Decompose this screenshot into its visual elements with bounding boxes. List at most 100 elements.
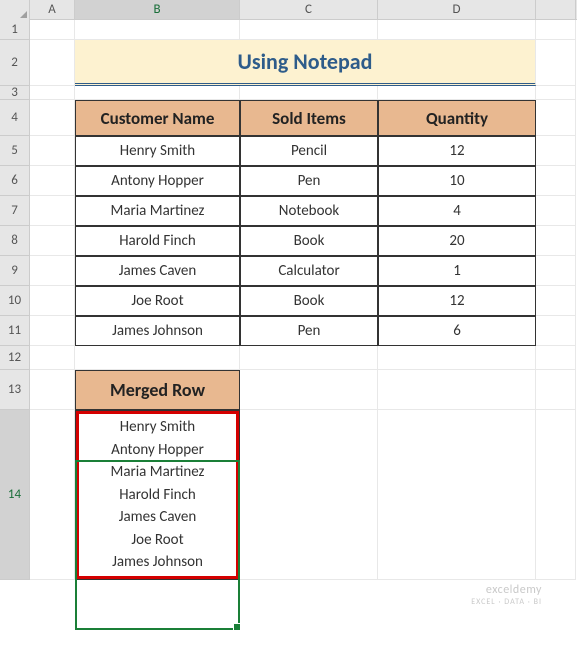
column-headers: A B C D [0, 0, 577, 20]
cell-C12[interactable] [240, 346, 378, 370]
table-cell[interactable]: 12 [378, 136, 536, 166]
cell-A11[interactable] [30, 316, 75, 346]
cell-A9[interactable] [30, 256, 75, 286]
cell-E2[interactable] [536, 40, 576, 86]
cell-D14[interactable] [378, 410, 536, 580]
cell-A1[interactable] [30, 20, 75, 40]
header-qty[interactable]: Quantity [378, 100, 536, 136]
table-cell[interactable]: Antony Hopper [75, 166, 240, 196]
cell-E3[interactable] [536, 86, 576, 100]
header-sold[interactable]: Sold Items [240, 100, 378, 136]
table-cell[interactable]: Notebook [240, 196, 378, 226]
table-cell[interactable]: 4 [378, 196, 536, 226]
cell-E1[interactable] [536, 20, 576, 40]
table-cell[interactable]: Book [240, 286, 378, 316]
cell-C14[interactable] [240, 410, 378, 580]
cell-B3[interactable] [75, 86, 240, 100]
cell-A14[interactable] [30, 410, 75, 580]
watermark: exceldemy EXCEL · DATA · BI [471, 583, 542, 607]
table-cell[interactable]: James Johnson [75, 316, 240, 346]
row-header-4[interactable]: 4 [0, 100, 30, 136]
cell-E11[interactable] [536, 316, 576, 346]
col-header-extra[interactable] [536, 0, 576, 19]
row-header-3[interactable]: 3 [0, 86, 30, 100]
cell-D13[interactable] [378, 370, 536, 410]
cell-E7[interactable] [536, 196, 576, 226]
cell-B1[interactable] [75, 20, 240, 40]
watermark-tag: EXCEL · DATA · BI [471, 597, 542, 607]
row-header-5[interactable]: 5 [0, 136, 30, 166]
row-header-12[interactable]: 12 [0, 346, 30, 370]
cell-A2[interactable] [30, 40, 75, 86]
cell-E4[interactable] [536, 100, 576, 136]
row-header-13[interactable]: 13 [0, 370, 30, 410]
cell-A8[interactable] [30, 226, 75, 256]
row-header-7[interactable]: 7 [0, 196, 30, 226]
row-header-9[interactable]: 9 [0, 256, 30, 286]
row-header-1[interactable]: 1 [0, 20, 30, 40]
row-header-2[interactable]: 2 [0, 40, 30, 86]
cells-area: Using Notepad Customer Name Sold Items Q… [30, 20, 576, 580]
cell-D12[interactable] [378, 346, 536, 370]
table-cell[interactable]: Henry Smith [75, 136, 240, 166]
cell-A10[interactable] [30, 286, 75, 316]
table-cell[interactable]: Book [240, 226, 378, 256]
row-header-14[interactable]: 14 [0, 410, 30, 580]
cell-A5[interactable] [30, 136, 75, 166]
cell-E6[interactable] [536, 166, 576, 196]
select-all-corner[interactable] [0, 0, 30, 20]
cell-B12[interactable] [75, 346, 240, 370]
col-header-A[interactable]: A [30, 0, 75, 19]
cell-A6[interactable] [30, 166, 75, 196]
cell-E13[interactable] [536, 370, 576, 410]
cell-A7[interactable] [30, 196, 75, 226]
merged-value: Maria Martinez [111, 461, 205, 484]
cell-C3[interactable] [240, 86, 378, 100]
cell-E10[interactable] [536, 286, 576, 316]
title-cell[interactable]: Using Notepad [75, 40, 536, 86]
table-cell[interactable]: Pencil [240, 136, 378, 166]
row-header-6[interactable]: 6 [0, 166, 30, 196]
table-cell[interactable]: 10 [378, 166, 536, 196]
cell-C13[interactable] [240, 370, 378, 410]
cell-A3[interactable] [30, 86, 75, 100]
table-cell[interactable]: Joe Root [75, 286, 240, 316]
merged-value: James Johnson [112, 551, 203, 574]
merged-value: Antony Hopper [111, 439, 204, 462]
table-cell[interactable]: 20 [378, 226, 536, 256]
table-cell[interactable]: James Caven [75, 256, 240, 286]
cell-D3[interactable] [378, 86, 536, 100]
table-cell[interactable]: Pen [240, 316, 378, 346]
row-header-11[interactable]: 11 [0, 316, 30, 346]
row-header-10[interactable]: 10 [0, 286, 30, 316]
table-cell[interactable]: Calculator [240, 256, 378, 286]
cell-E12[interactable] [536, 346, 576, 370]
table-cell[interactable]: 12 [378, 286, 536, 316]
cell-D1[interactable] [378, 20, 536, 40]
table-cell[interactable]: 1 [378, 256, 536, 286]
cell-C1[interactable] [240, 20, 378, 40]
spreadsheet: A B C D 1 2 3 4 5 6 7 8 9 10 11 12 13 14 [0, 0, 577, 657]
row-header-8[interactable]: 8 [0, 226, 30, 256]
merged-value: Joe Root [131, 529, 183, 552]
cell-A4[interactable] [30, 100, 75, 136]
header-customer[interactable]: Customer Name [75, 100, 240, 136]
table-cell[interactable]: Harold Finch [75, 226, 240, 256]
col-header-D[interactable]: D [378, 0, 536, 19]
col-header-C[interactable]: C [240, 0, 378, 19]
merged-value: James Caven [119, 506, 197, 529]
cell-E9[interactable] [536, 256, 576, 286]
cell-A13[interactable] [30, 370, 75, 410]
table-cell[interactable]: 6 [378, 316, 536, 346]
table-cell[interactable]: Maria Martinez [75, 196, 240, 226]
merged-row-header[interactable]: Merged Row [75, 370, 240, 410]
table-cell[interactable]: Pen [240, 166, 378, 196]
watermark-brand: exceldemy [471, 583, 542, 597]
cell-E5[interactable] [536, 136, 576, 166]
merged-value: Harold Finch [119, 484, 196, 507]
merged-row-cell[interactable]: Henry Smith Antony Hopper Maria Martinez… [75, 410, 240, 580]
cell-E14[interactable] [536, 410, 576, 580]
col-header-B[interactable]: B [75, 0, 240, 19]
cell-A12[interactable] [30, 346, 75, 370]
cell-E8[interactable] [536, 226, 576, 256]
